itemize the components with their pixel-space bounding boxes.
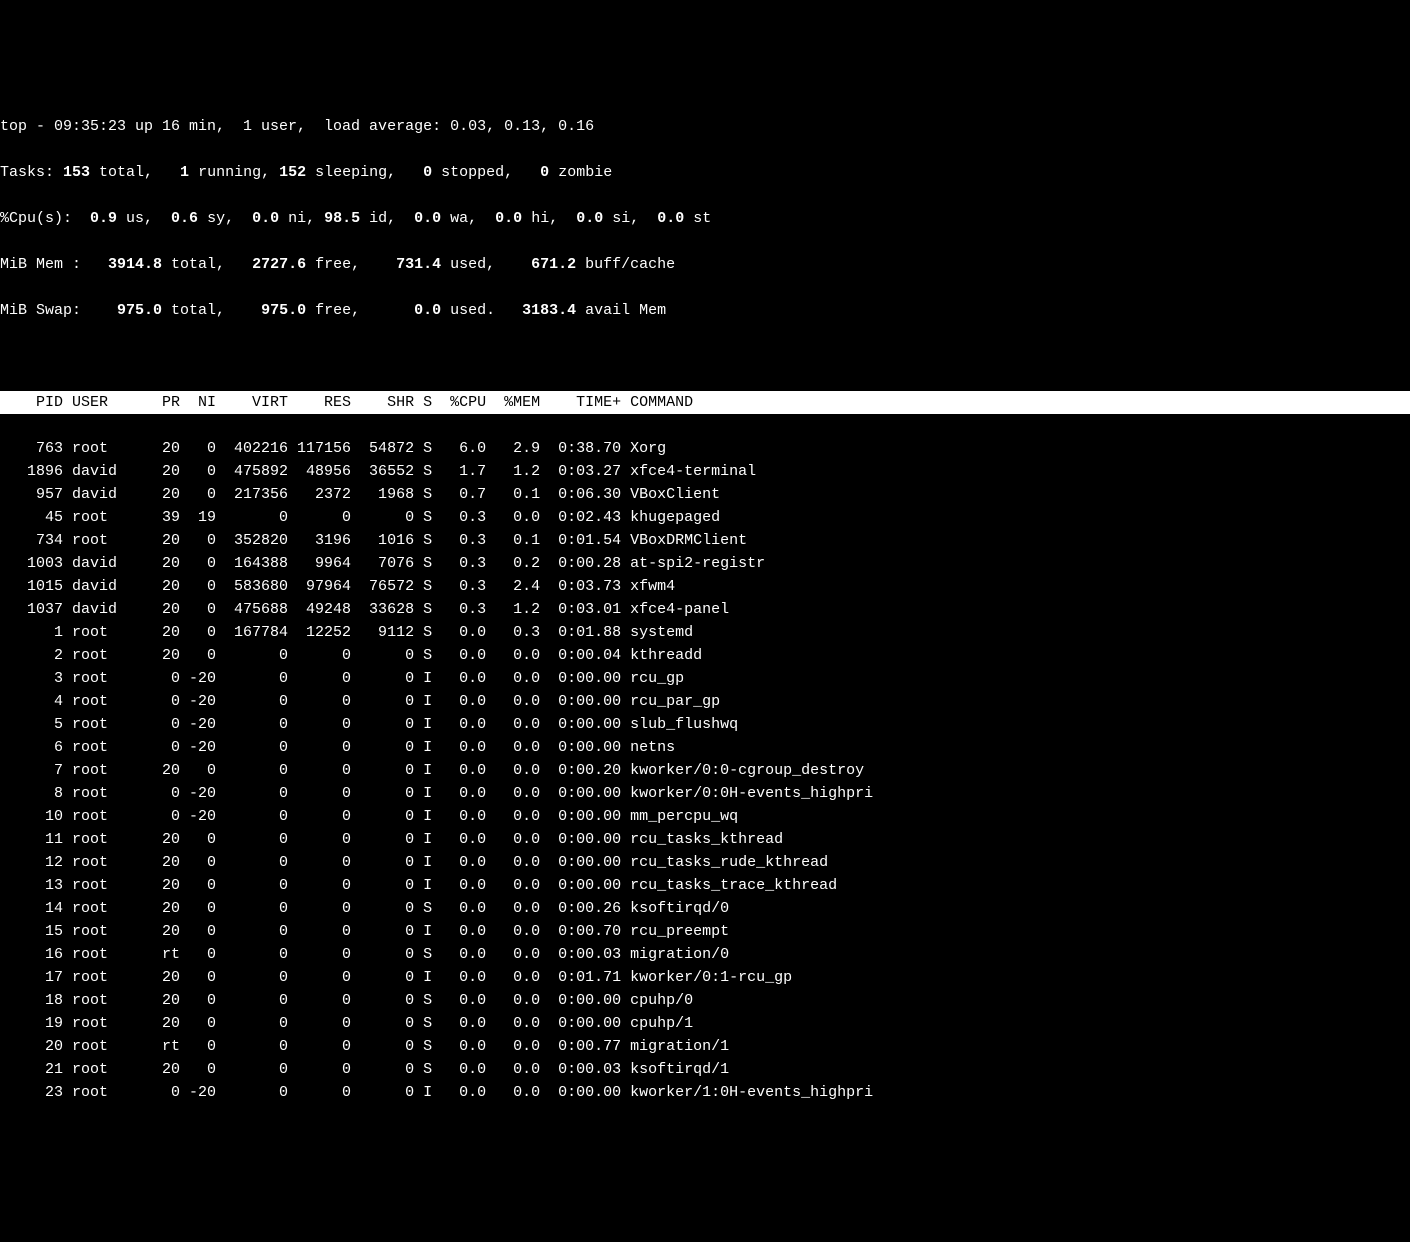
process-row: 14 root 20 0 0 0 0 S 0.0 0.0 0:00.26 kso… (0, 897, 1410, 920)
process-row: 10 root 0 -20 0 0 0 I 0.0 0.0 0:00.00 mm… (0, 805, 1410, 828)
process-row: 1037 david 20 0 475688 49248 33628 S 0.3… (0, 598, 1410, 621)
process-row: 20 root rt 0 0 0 0 S 0.0 0.0 0:00.77 mig… (0, 1035, 1410, 1058)
process-row: 5 root 0 -20 0 0 0 I 0.0 0.0 0:00.00 slu… (0, 713, 1410, 736)
summary-line-tasks: Tasks: 153 total, 1 running, 152 sleepin… (0, 161, 1410, 184)
process-row: 1015 david 20 0 583680 97964 76572 S 0.3… (0, 575, 1410, 598)
process-row: 13 root 20 0 0 0 0 I 0.0 0.0 0:00.00 rcu… (0, 874, 1410, 897)
process-row: 12 root 20 0 0 0 0 I 0.0 0.0 0:00.00 rcu… (0, 851, 1410, 874)
process-row: 7 root 20 0 0 0 0 I 0.0 0.0 0:00.20 kwor… (0, 759, 1410, 782)
process-row: 2 root 20 0 0 0 0 S 0.0 0.0 0:00.04 kthr… (0, 644, 1410, 667)
process-row: 23 root 0 -20 0 0 0 I 0.0 0.0 0:00.00 kw… (0, 1081, 1410, 1104)
process-row: 11 root 20 0 0 0 0 I 0.0 0.0 0:00.00 rcu… (0, 828, 1410, 851)
process-row: 1003 david 20 0 164388 9964 7076 S 0.3 0… (0, 552, 1410, 575)
process-row: 6 root 0 -20 0 0 0 I 0.0 0.0 0:00.00 net… (0, 736, 1410, 759)
process-row: 45 root 39 19 0 0 0 S 0.3 0.0 0:02.43 kh… (0, 506, 1410, 529)
summary-line-mem: MiB Mem : 3914.8 total, 2727.6 free, 731… (0, 253, 1410, 276)
process-row: 1896 david 20 0 475892 48956 36552 S 1.7… (0, 460, 1410, 483)
process-row: 1 root 20 0 167784 12252 9112 S 0.0 0.3 … (0, 621, 1410, 644)
process-row: 3 root 0 -20 0 0 0 I 0.0 0.0 0:00.00 rcu… (0, 667, 1410, 690)
process-table-header: PID USER PR NI VIRT RES SHR S %CPU %MEM … (0, 391, 1410, 414)
process-row: 19 root 20 0 0 0 0 S 0.0 0.0 0:00.00 cpu… (0, 1012, 1410, 1035)
process-row: 734 root 20 0 352820 3196 1016 S 0.3 0.1… (0, 529, 1410, 552)
process-row: 17 root 20 0 0 0 0 I 0.0 0.0 0:01.71 kwo… (0, 966, 1410, 989)
top-output: top - 09:35:23 up 16 min, 1 user, load a… (0, 92, 1410, 1127)
blank-line (0, 345, 1410, 368)
process-row: 21 root 20 0 0 0 0 S 0.0 0.0 0:00.03 kso… (0, 1058, 1410, 1081)
process-list: 763 root 20 0 402216 117156 54872 S 6.0 … (0, 437, 1410, 1104)
summary-line-uptime: top - 09:35:23 up 16 min, 1 user, load a… (0, 115, 1410, 138)
process-row: 4 root 0 -20 0 0 0 I 0.0 0.0 0:00.00 rcu… (0, 690, 1410, 713)
process-row: 16 root rt 0 0 0 0 S 0.0 0.0 0:00.03 mig… (0, 943, 1410, 966)
process-row: 957 david 20 0 217356 2372 1968 S 0.7 0.… (0, 483, 1410, 506)
process-row: 8 root 0 -20 0 0 0 I 0.0 0.0 0:00.00 kwo… (0, 782, 1410, 805)
process-row: 15 root 20 0 0 0 0 I 0.0 0.0 0:00.70 rcu… (0, 920, 1410, 943)
summary-line-swap: MiB Swap: 975.0 total, 975.0 free, 0.0 u… (0, 299, 1410, 322)
process-row: 763 root 20 0 402216 117156 54872 S 6.0 … (0, 437, 1410, 460)
process-row: 18 root 20 0 0 0 0 S 0.0 0.0 0:00.00 cpu… (0, 989, 1410, 1012)
summary-line-cpu: %Cpu(s): 0.9 us, 0.6 sy, 0.0 ni, 98.5 id… (0, 207, 1410, 230)
